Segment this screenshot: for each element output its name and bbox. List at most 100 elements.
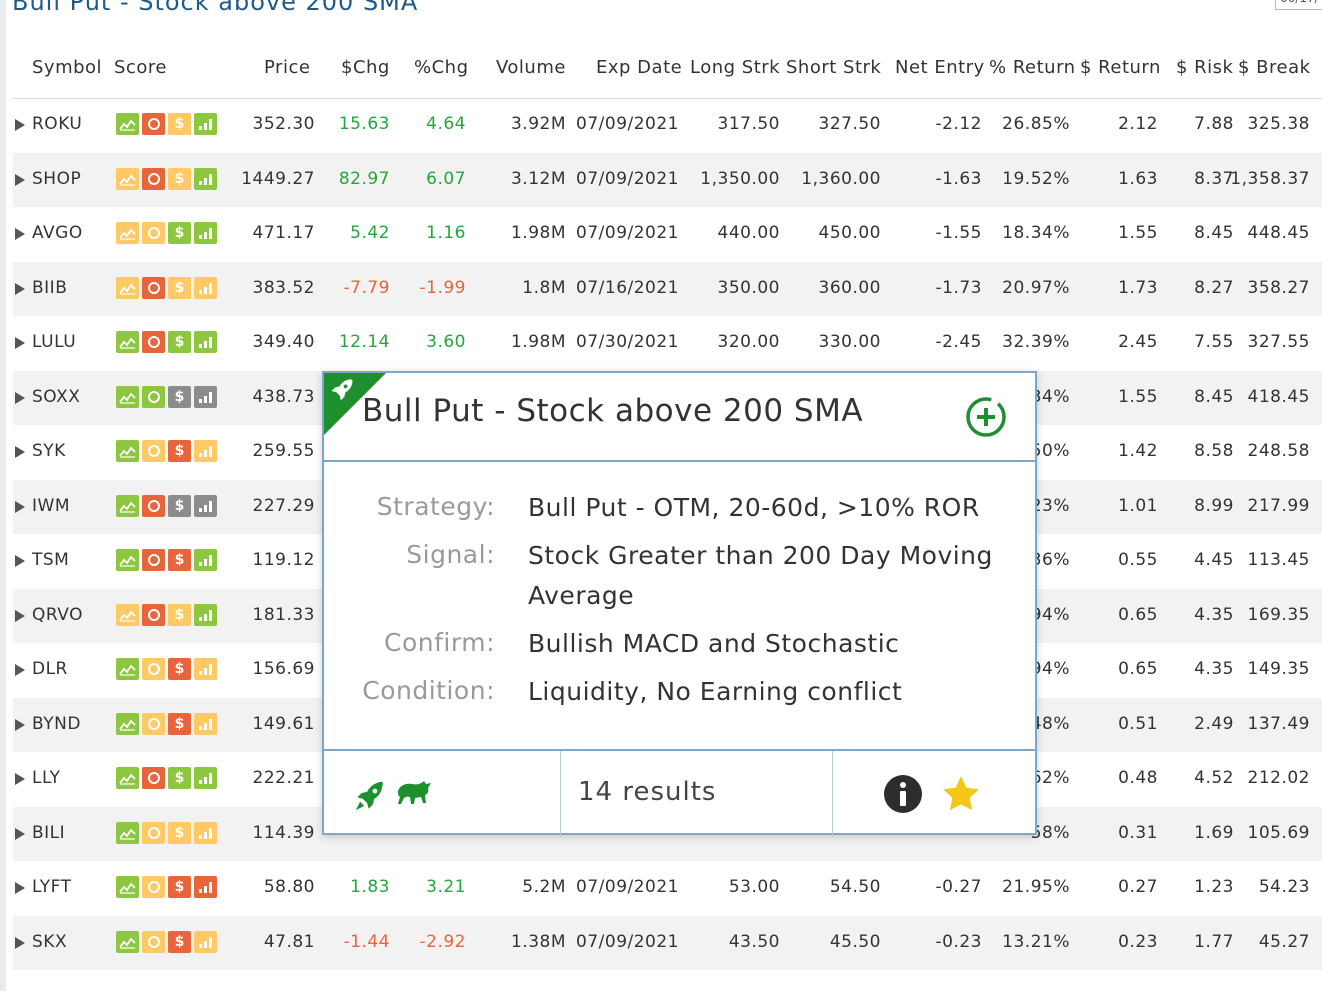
expand-triangle-icon[interactable]	[15, 609, 25, 622]
col-pchg[interactable]: %Chg	[414, 57, 469, 78]
cell-dollar-risk: 1.69	[1194, 822, 1234, 843]
score-badges: $	[116, 603, 217, 626]
expand-triangle-icon[interactable]	[15, 391, 25, 404]
expand-triangle-icon[interactable]	[15, 718, 25, 731]
cell-pchg: 1.16	[426, 223, 466, 243]
cell-chg: -1.44	[343, 931, 390, 952]
col-dollar-break[interactable]: $ Break	[1238, 57, 1311, 78]
cell-dollar-return: 1.01	[1118, 495, 1158, 516]
popup-header: Bull Put - Stock above 200 SMA	[324, 373, 1035, 462]
circle-icon	[142, 767, 165, 789]
cell-dollar-risk: 8.99	[1194, 495, 1234, 516]
table-row[interactable]: LULU $349.40 12.14 3.60 1.98M 07/30/2021 320.0…	[13, 316, 1322, 371]
dollar-icon: $	[168, 494, 191, 517]
cell-symbol[interactable]: BYND	[32, 714, 81, 734]
table-row[interactable]: SHOP $1449.27 82.97 6.07 3.12M 07/09/2021 1,35…	[13, 152, 1322, 207]
bar-icon	[194, 821, 217, 844]
table-row[interactable]: ROKU $352.30 15.63 4.64 3.92M 07/09/2021 317.5…	[13, 98, 1322, 153]
table-row[interactable]: LYFT $58.80 1.83 3.21 5.2M 07/09/2021 53.00 54.…	[13, 861, 1322, 916]
star-icon[interactable]	[940, 773, 982, 819]
col-symbol[interactable]: Symbol	[32, 57, 102, 78]
col-net-entry[interactable]: Net Entry	[895, 57, 985, 78]
col-short-strk[interactable]: Short Strk	[786, 57, 881, 78]
bar-icon	[194, 276, 217, 299]
cell-dollar-break: 137.49	[1247, 713, 1310, 734]
expand-triangle-icon[interactable]	[15, 664, 25, 676]
cell-symbol[interactable]: DLR	[32, 659, 68, 679]
cell-net-entry: -0.23	[935, 931, 982, 952]
expand-triangle-icon[interactable]	[15, 773, 25, 785]
cell-net-entry: -1.63	[935, 168, 982, 189]
cell-dollar-break: 105.69	[1247, 822, 1310, 843]
chart-icon	[116, 603, 139, 626]
col-exp-date[interactable]: Exp Date	[596, 57, 682, 78]
cell-exp-date: 07/09/2021	[576, 168, 679, 189]
expand-triangle-icon[interactable]	[15, 500, 25, 513]
cell-symbol[interactable]: IWM	[32, 496, 70, 516]
cell-dollar-break: 358.27	[1247, 277, 1310, 298]
circle-icon	[142, 385, 165, 408]
cell-symbol[interactable]: ROKU	[32, 114, 82, 134]
cell-symbol[interactable]: SYK	[32, 441, 66, 461]
cell-exp-date: 07/30/2021	[576, 332, 679, 352]
cell-dollar-break: 248.58	[1247, 441, 1310, 461]
cell-symbol[interactable]: SKX	[32, 932, 67, 952]
info-icon[interactable]	[882, 773, 924, 819]
col-chg[interactable]: $Chg	[341, 57, 390, 78]
dollar-icon: $	[168, 603, 191, 626]
col-score[interactable]: Score	[114, 57, 167, 78]
cell-symbol[interactable]: LLY	[32, 768, 61, 788]
circle-icon	[142, 930, 165, 953]
cell-dollar-return: 1.42	[1118, 441, 1158, 461]
expand-triangle-icon[interactable]	[15, 337, 25, 349]
cell-symbol[interactable]: BILI	[32, 823, 65, 843]
cell-symbol[interactable]: BIIB	[32, 278, 67, 298]
cell-symbol[interactable]: SHOP	[32, 169, 81, 189]
cell-dollar-risk: 4.45	[1194, 550, 1234, 570]
expand-triangle-icon[interactable]	[15, 173, 25, 186]
table-row[interactable]: SKX $47.81 -1.44 -2.92 1.38M 07/09/2021 43.50 4…	[13, 915, 1322, 970]
score-badges: $	[116, 930, 217, 953]
cell-symbol[interactable]: LULU	[32, 332, 76, 352]
cell-symbol[interactable]: QRVO	[32, 605, 83, 625]
cell-dollar-risk: 7.88	[1194, 114, 1234, 134]
chart-icon	[116, 113, 139, 135]
table-row[interactable]: AVGO $471.17 5.42 1.16 1.98M 07/09/2021 440.00…	[13, 207, 1322, 262]
expand-triangle-icon[interactable]	[15, 882, 25, 894]
expand-triangle-icon[interactable]	[15, 119, 25, 131]
expand-triangle-icon[interactable]	[15, 936, 25, 949]
chart-icon	[116, 167, 139, 190]
cell-pct-return: 19.52%	[1002, 168, 1070, 189]
cell-symbol[interactable]: TSM	[32, 550, 69, 570]
table-row[interactable]: BIIB $383.52 -7.79 -1.99 1.8M 07/16/2021 350.0…	[13, 261, 1322, 316]
add-circle-icon[interactable]	[964, 395, 1008, 443]
cell-exp-date: 07/09/2021	[576, 877, 679, 897]
cell-pct-return: 20.97%	[1002, 277, 1070, 298]
results-count[interactable]: 14 results	[578, 777, 716, 807]
dollar-icon: $	[168, 113, 191, 135]
cell-exp-date: 07/16/2021	[576, 277, 679, 298]
expand-triangle-icon[interactable]	[15, 446, 25, 458]
col-volume[interactable]: Volume	[496, 57, 566, 78]
expand-triangle-icon[interactable]	[15, 282, 25, 295]
strategy-value: Bull Put - OTM, 20-60d, >10% ROR	[528, 493, 980, 522]
rocket-icon	[352, 779, 388, 817]
score-badges: $	[116, 767, 217, 789]
expand-triangle-icon[interactable]	[15, 555, 25, 567]
expand-triangle-icon[interactable]	[15, 228, 25, 240]
cell-symbol[interactable]: SOXX	[32, 387, 80, 407]
expand-triangle-icon[interactable]	[15, 827, 25, 840]
cell-dollar-risk: 8.58	[1194, 441, 1234, 461]
dollar-icon: $	[168, 385, 191, 408]
cell-volume: 1.38M	[510, 931, 566, 952]
col-price[interactable]: Price	[264, 57, 310, 78]
cell-symbol[interactable]: AVGO	[32, 223, 83, 243]
col-dollar-return[interactable]: $ Return	[1080, 57, 1161, 78]
date-input[interactable]: 06/17/	[1275, 0, 1322, 10]
cell-symbol[interactable]: LYFT	[32, 877, 71, 897]
col-dollar-risk[interactable]: $ Risk	[1176, 57, 1233, 78]
col-long-strk[interactable]: Long Strk	[690, 57, 780, 78]
col-pct-return[interactable]: % Return	[989, 57, 1076, 78]
cell-net-entry: -2.45	[935, 332, 982, 352]
circle-icon	[142, 440, 165, 462]
